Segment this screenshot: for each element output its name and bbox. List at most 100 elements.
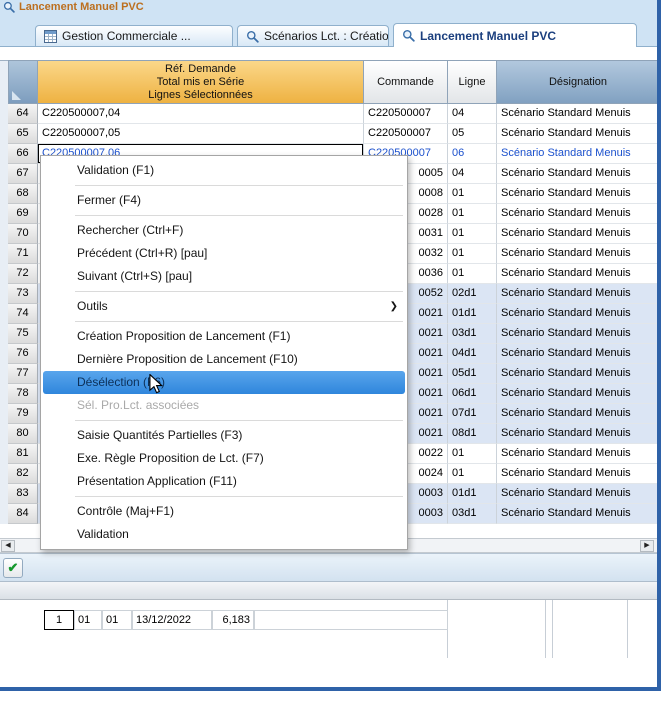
select-all-corner-cell[interactable] (8, 60, 38, 104)
ligne-cell[interactable]: 02d1 (448, 284, 497, 304)
designation-cell[interactable]: Scénario Standard Menuis (497, 104, 660, 124)
column-header-ligne[interactable]: Ligne (448, 60, 497, 104)
context-menu-item[interactable]: Précédent (Ctrl+R) [pau] (41, 242, 407, 265)
row-number-cell[interactable]: 71 (8, 244, 38, 264)
context-menu-item[interactable]: Validation (F1) (41, 159, 407, 182)
ligne-cell[interactable]: 08d1 (448, 424, 497, 444)
designation-cell[interactable]: Scénario Standard Menuis (497, 184, 660, 204)
tab-3[interactable]: Lancement Manuel PVC (393, 23, 637, 47)
context-menu-item[interactable]: Dernière Proposition de Lancement (F10) (41, 348, 407, 371)
context-menu-item[interactable]: Rechercher (Ctrl+F) (41, 219, 407, 242)
bottom-row-empty-cell[interactable] (254, 610, 448, 630)
designation-cell[interactable]: Scénario Standard Menuis (497, 204, 660, 224)
row-number-cell[interactable]: 70 (8, 224, 38, 244)
designation-cell[interactable]: Scénario Standard Menuis (497, 364, 660, 384)
ligne-cell[interactable]: 01 (448, 444, 497, 464)
row-number-cell[interactable]: 73 (8, 284, 38, 304)
tab-2[interactable]: Scénarios Lct. : Créatio... (237, 25, 389, 46)
designation-cell[interactable]: Scénario Standard Menuis (497, 484, 660, 504)
row-number-cell[interactable]: 69 (8, 204, 38, 224)
designation-cell[interactable]: Scénario Standard Menuis (497, 324, 660, 344)
row-number-cell[interactable]: 82 (8, 464, 38, 484)
row-number-cell[interactable]: 65 (8, 124, 38, 144)
row-number-cell[interactable]: 76 (8, 344, 38, 364)
designation-cell[interactable]: Scénario Standard Menuis (497, 424, 660, 444)
designation-cell[interactable]: Scénario Standard Menuis (497, 224, 660, 244)
bottom-row-cell[interactable]: 01 (74, 610, 102, 630)
row-number-cell[interactable]: 77 (8, 364, 38, 384)
ligne-cell[interactable]: 01 (448, 204, 497, 224)
validate-check-button[interactable]: ✔ (3, 558, 23, 578)
ligne-cell[interactable]: 03d1 (448, 504, 497, 524)
designation-cell[interactable]: Scénario Standard Menuis (497, 304, 660, 324)
commande-cell[interactable]: C220500007 (364, 124, 448, 144)
context-menu-item[interactable]: Validation (41, 523, 407, 546)
ligne-cell[interactable]: 04 (448, 164, 497, 184)
ligne-cell[interactable]: 01 (448, 224, 497, 244)
designation-cell[interactable]: Scénario Standard Menuis (497, 244, 660, 264)
row-number-cell[interactable]: 66 (8, 144, 38, 164)
designation-cell[interactable]: Scénario Standard Menuis (497, 344, 660, 364)
ligne-cell[interactable]: 01 (448, 244, 497, 264)
row-number-cell[interactable]: 81 (8, 444, 38, 464)
commande-cell[interactable]: C220500007 (364, 104, 448, 124)
ligne-cell[interactable]: 04d1 (448, 344, 497, 364)
ref-cell[interactable]: C220500007,05 (38, 124, 364, 144)
designation-cell[interactable]: Scénario Standard Menuis (497, 464, 660, 484)
row-number-cell[interactable]: 75 (8, 324, 38, 344)
context-menu-item[interactable]: Désélection (F6) (43, 371, 405, 394)
context-menu-item[interactable]: Présentation Application (F11) (41, 470, 407, 493)
context-menu-item[interactable]: Saisie Quantités Partielles (F3) (41, 424, 407, 447)
row-number-cell[interactable]: 74 (8, 304, 38, 324)
designation-cell[interactable]: Scénario Standard Menuis (497, 264, 660, 284)
designation-cell[interactable]: Scénario Standard Menuis (497, 404, 660, 424)
row-number-cell[interactable]: 72 (8, 264, 38, 284)
column-header-commande[interactable]: Commande (364, 60, 448, 104)
bottom-row-cell[interactable]: 6,183 (212, 610, 254, 630)
bottom-row-cell[interactable]: 1 (44, 610, 74, 630)
column-header-ref-demande[interactable]: Réf. Demande Total mis en Série Lignes S… (38, 60, 364, 104)
ligne-cell[interactable]: 01 (448, 184, 497, 204)
row-number-cell[interactable]: 67 (8, 164, 38, 184)
ligne-cell[interactable]: 01 (448, 264, 497, 284)
bottom-row-cell[interactable]: 13/12/2022 (132, 610, 212, 630)
column-header-designation[interactable]: Désignation (497, 60, 660, 104)
ligne-cell[interactable]: 01d1 (448, 484, 497, 504)
ligne-cell[interactable]: 01d1 (448, 304, 497, 324)
ligne-cell[interactable]: 05d1 (448, 364, 497, 384)
designation-cell[interactable]: Scénario Standard Menuis (497, 164, 660, 184)
ligne-cell[interactable]: 01 (448, 464, 497, 484)
designation-cell[interactable]: Scénario Standard Menuis (497, 284, 660, 304)
ligne-cell[interactable]: 05 (448, 124, 497, 144)
row-number-cell[interactable]: 78 (8, 384, 38, 404)
row-number-cell[interactable]: 84 (8, 504, 38, 524)
row-number-cell[interactable]: 64 (8, 104, 38, 124)
designation-cell[interactable]: Scénario Standard Menuis (497, 144, 660, 164)
designation-cell[interactable]: Scénario Standard Menuis (497, 504, 660, 524)
scroll-right-button[interactable]: ▶ (640, 540, 654, 552)
context-menu-item[interactable]: Outils❯ (41, 295, 407, 318)
designation-cell[interactable]: Scénario Standard Menuis (497, 444, 660, 464)
scroll-left-button[interactable]: ◀ (1, 540, 15, 552)
ligne-cell[interactable]: 06d1 (448, 384, 497, 404)
context-menu-item[interactable]: Contrôle (Maj+F1) (41, 500, 407, 523)
ligne-cell[interactable]: 03d1 (448, 324, 497, 344)
context-menu-item[interactable]: Exe. Règle Proposition de Lct. (F7) (41, 447, 407, 470)
bottom-row-cell[interactable]: 01 (102, 610, 132, 630)
row-number-cell[interactable]: 79 (8, 404, 38, 424)
context-menu-item[interactable]: Suivant (Ctrl+S) [pau] (41, 265, 407, 288)
tab-1[interactable]: Gestion Commerciale ... (35, 25, 233, 46)
ligne-cell[interactable]: 04 (448, 104, 497, 124)
ligne-cell[interactable]: 06 (448, 144, 497, 164)
row-number-cell[interactable]: 68 (8, 184, 38, 204)
designation-cell[interactable]: Scénario Standard Menuis (497, 124, 660, 144)
context-menu-item[interactable]: Fermer (F4) (41, 189, 407, 212)
ref-cell[interactable]: C220500007,04 (38, 104, 364, 124)
row-number-cell[interactable]: 80 (8, 424, 38, 444)
table-row[interactable]: 65C220500007,05C22050000705Scénario Stan… (8, 124, 660, 144)
context-menu-item[interactable]: Création Proposition de Lancement (F1) (41, 325, 407, 348)
ligne-cell[interactable]: 07d1 (448, 404, 497, 424)
designation-cell[interactable]: Scénario Standard Menuis (497, 384, 660, 404)
row-number-cell[interactable]: 83 (8, 484, 38, 504)
table-row[interactable]: 64C220500007,04C22050000704Scénario Stan… (8, 104, 660, 124)
